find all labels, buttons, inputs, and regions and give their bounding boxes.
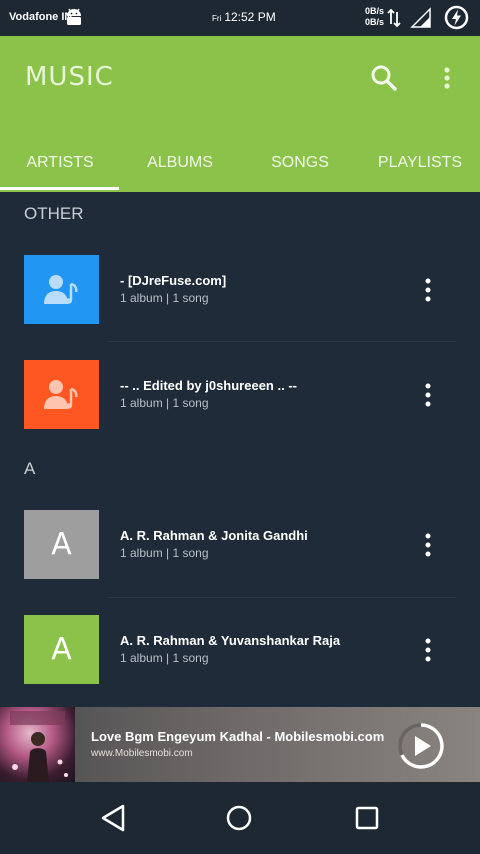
tab-songs[interactable]: SONGS	[240, 134, 360, 192]
tab-bar: ARTISTS ALBUMS SONGS PLAYLISTS	[0, 134, 480, 192]
artist-music-icon	[43, 274, 77, 304]
item-menu-icon[interactable]	[418, 532, 438, 560]
artist-stats: 1 album | 1 song	[120, 651, 209, 665]
data-transfer-icon	[387, 8, 401, 28]
overflow-menu-icon[interactable]	[437, 64, 457, 96]
thumbnail-letter: A	[51, 527, 72, 562]
now-playing-bar[interactable]: Love Bgm Engeyum Kadhal - Mobilesmobi.co…	[0, 707, 480, 782]
divider	[107, 341, 457, 342]
artist-thumbnail	[24, 255, 99, 324]
list-item[interactable]: - [DJreFuse.com] 1 album | 1 song	[0, 255, 480, 360]
day-label: Fri	[212, 14, 222, 23]
speed-up-label: 0B/s	[365, 6, 385, 16]
divider	[107, 597, 457, 598]
track-source: www.Mobilesmobi.com	[91, 748, 193, 759]
item-menu-icon[interactable]	[418, 637, 438, 665]
artist-thumbnail: A	[24, 510, 99, 579]
carrier-label: Vodafone IN	[9, 11, 73, 23]
home-icon[interactable]	[225, 804, 253, 832]
system-nav-bar	[0, 782, 480, 854]
play-button[interactable]	[396, 721, 446, 771]
item-menu-icon[interactable]	[418, 277, 438, 305]
search-icon[interactable]	[368, 62, 400, 94]
album-art	[0, 707, 75, 782]
artist-name: - [DJreFuse.com]	[120, 273, 227, 288]
artist-name: A. R. Rahman & Jonita Gandhi	[120, 528, 308, 543]
section-header-a: A	[24, 459, 36, 478]
list-item[interactable]: A A. R. Rahman & Jonita Gandhi 1 album |…	[0, 510, 480, 615]
track-title: Love Bgm Engeyum Kadhal - Mobilesmobi.co…	[91, 729, 385, 744]
network-speed: 0B/s 0B/s	[365, 6, 384, 28]
thumbnail-letter: A	[51, 632, 72, 667]
artist-stats: 1 album | 1 song	[120, 291, 209, 305]
artist-stats: 1 album | 1 song	[120, 396, 209, 410]
app-bar: MUSIC ARTISTS ALBUMS SONGS PLAYLISTS	[0, 36, 480, 192]
battery-charging-icon	[444, 5, 469, 30]
album-art-image	[10, 711, 68, 782]
artist-stats: 1 album | 1 song	[120, 546, 209, 560]
artist-name: -- .. Edited by j0shureeen .. --	[120, 378, 297, 393]
list-item[interactable]: A A. R. Rahman & Yuvanshankar Raja 1 alb…	[0, 615, 480, 720]
list-item[interactable]: -- .. Edited by j0shureeen .. -- 1 album…	[0, 360, 480, 465]
tab-artists[interactable]: ARTISTS	[0, 134, 120, 192]
app-title: MUSIC	[25, 62, 114, 92]
tab-playlists[interactable]: PLAYLISTS	[360, 134, 480, 192]
status-bar: Vodafone IN Fri 12:52 PM 0B/s 0B/s	[0, 0, 480, 36]
artist-name: A. R. Rahman & Yuvanshankar Raja	[120, 633, 341, 648]
section-header-other: OTHER	[24, 204, 84, 223]
recent-apps-icon[interactable]	[354, 805, 380, 831]
artist-thumbnail	[24, 360, 99, 429]
speed-down-label: 0B/s	[365, 17, 385, 27]
clock: Fri 12:52 PM	[212, 10, 276, 24]
back-icon[interactable]	[99, 803, 127, 833]
item-menu-icon[interactable]	[418, 382, 438, 410]
artist-music-icon	[43, 379, 77, 409]
tab-albums[interactable]: ALBUMS	[120, 134, 240, 192]
signal-icon	[410, 7, 431, 28]
android-icon	[67, 8, 81, 25]
artist-thumbnail: A	[24, 615, 99, 684]
time-label: 12:52 PM	[224, 10, 276, 24]
